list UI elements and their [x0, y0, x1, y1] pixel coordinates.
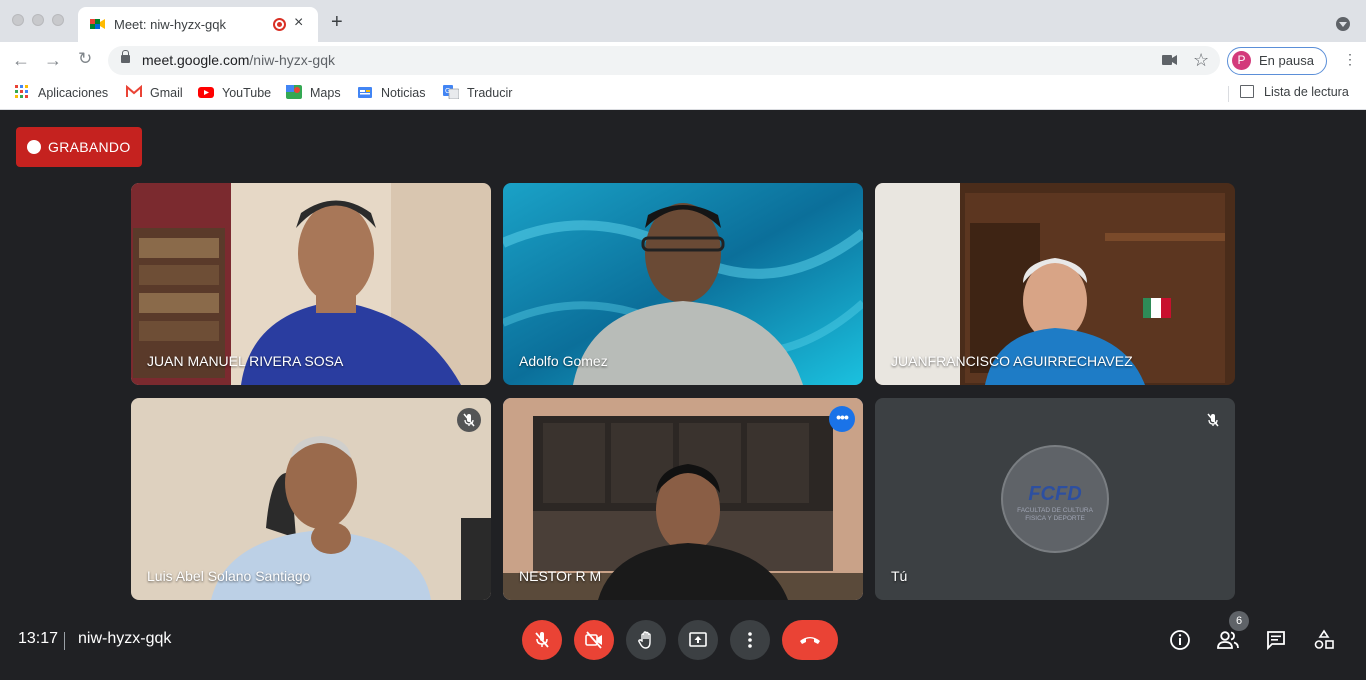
browser-toolbar: ← → ↻ meet.google.com/niw-hyzx-gqk ☆ P E…: [0, 42, 1366, 78]
present-icon: [689, 632, 707, 647]
participant-tile[interactable]: Adolfo Gomez: [503, 183, 863, 385]
bookmarks-divider: [1228, 86, 1229, 102]
recording-label: GRABANDO: [48, 139, 131, 155]
bookmark-noticias[interactable]: Noticias: [357, 84, 433, 102]
more-vert-icon: [748, 632, 752, 648]
more-options-icon[interactable]: •••: [829, 406, 855, 432]
self-avatar-logo: FCFD FACULTAD DE CULTURA FISICA Y DEPORT…: [1001, 445, 1109, 553]
minimize-window-button[interactable]: [32, 14, 44, 26]
self-tile[interactable]: FCFD FACULTAD DE CULTURA FISICA Y DEPORT…: [875, 398, 1235, 600]
back-icon[interactable]: ←: [12, 51, 30, 69]
youtube-icon: [198, 87, 214, 98]
camera-off-icon: [585, 631, 602, 649]
maps-icon: [286, 85, 302, 99]
url-text: meet.google.com/niw-hyzx-gqk: [142, 52, 335, 68]
gmail-icon: [126, 85, 142, 97]
logo-subtext: FISICA Y DEPORTE: [1025, 515, 1085, 522]
bookmark-label: Noticias: [381, 86, 426, 100]
profile-button[interactable]: P En pausa: [1227, 47, 1327, 75]
participant-name: Adolfo Gomez: [519, 353, 608, 369]
recording-indicator-icon: [273, 18, 286, 31]
translate-icon: G: [443, 85, 459, 99]
bookmark-label: Gmail: [150, 86, 183, 100]
bookmark-star-icon[interactable]: ☆: [1193, 50, 1209, 71]
people-count-badge: 6: [1229, 611, 1249, 631]
news-icon: [358, 87, 372, 98]
bookmark-gmail[interactable]: Gmail: [126, 84, 186, 102]
participant-tile[interactable]: JUAN MANUEL RIVERA SOSA: [131, 183, 491, 385]
tab-meet[interactable]: Meet: niw-hyzx-gqk ×: [78, 7, 318, 42]
bookmark-label: Maps: [310, 86, 341, 100]
tab-title: Meet: niw-hyzx-gqk: [114, 17, 226, 32]
bookmark-label: YouTube: [222, 86, 272, 100]
participant-name: JUAN MANUEL RIVERA SOSA: [147, 353, 344, 369]
meeting-time: 13:17: [18, 630, 59, 647]
divider: [64, 632, 65, 650]
meeting-code: niw-hyzx-gqk: [78, 630, 172, 647]
hand-icon: [638, 631, 651, 649]
profile-status: En pausa: [1259, 53, 1314, 68]
participant-name: Luis Abel Solano Santiago: [147, 568, 311, 584]
camera-icon[interactable]: [1162, 54, 1178, 66]
logo-text: FCFD: [1028, 483, 1082, 505]
mic-muted-icon: [1201, 408, 1225, 432]
close-window-button[interactable]: [12, 14, 24, 26]
meet-call-area: GRABANDO JUAN MANUEL RIVERA SOSA Adolfo …: [0, 111, 1366, 680]
present-screen-button[interactable]: [678, 620, 718, 660]
reload-icon[interactable]: ↻: [78, 50, 92, 67]
bookmark-maps[interactable]: Maps: [286, 84, 346, 102]
toggle-camera-button[interactable]: [574, 620, 614, 660]
meet-icon: [90, 19, 105, 29]
maximize-window-button[interactable]: [52, 14, 64, 26]
mic-muted-icon: [457, 408, 481, 432]
new-tab-button[interactable]: +: [331, 12, 343, 32]
recording-dot-icon: [27, 140, 41, 154]
participant-tile-active[interactable]: ••• NESTOr R M: [503, 398, 863, 600]
tab-strip: Meet: niw-hyzx-gqk × +: [0, 0, 1366, 42]
raise-hand-button[interactable]: [626, 620, 666, 660]
chat-icon[interactable]: [1265, 629, 1287, 651]
address-bar[interactable]: meet.google.com/niw-hyzx-gqk ☆: [108, 46, 1220, 75]
more-options-button[interactable]: [730, 620, 770, 660]
bookmark-traducir[interactable]: G Traducir: [443, 84, 519, 102]
avatar: P: [1232, 51, 1251, 70]
participant-tile[interactable]: Luis Abel Solano Santiago: [131, 398, 491, 600]
forward-icon[interactable]: →: [44, 51, 62, 69]
participant-name: Tú: [891, 568, 908, 584]
bookmark-youtube[interactable]: YouTube: [198, 84, 274, 102]
logo-subtext: FACULTAD DE CULTURA: [1017, 507, 1093, 514]
reading-list-label: Lista de lectura: [1264, 85, 1349, 99]
meeting-details-icon[interactable]: [1169, 629, 1191, 651]
participant-name: NESTOr R M: [519, 568, 602, 584]
tab-search-icon[interactable]: [1336, 17, 1350, 31]
apps-grid-icon: [15, 85, 28, 98]
end-call-icon: [800, 637, 820, 644]
close-tab-icon[interactable]: ×: [294, 14, 303, 32]
mic-off-icon: [535, 632, 549, 648]
participant-tile[interactable]: JUANFRANCISCO AGUIRRECHAVEZ: [875, 183, 1235, 385]
bookmarks-bar: Aplicaciones Gmail YouTube Maps Noticias: [0, 78, 1366, 110]
svg-text:G: G: [445, 88, 450, 95]
recording-badge: GRABANDO: [16, 127, 142, 167]
participant-name: JUANFRANCISCO AGUIRRECHAVEZ: [891, 353, 1133, 369]
browser-menu-icon[interactable]: ⋮: [1343, 52, 1357, 66]
reading-list-icon: [1240, 85, 1254, 98]
people-icon[interactable]: [1216, 629, 1240, 651]
bookmark-label: Aplicaciones: [38, 86, 109, 100]
lock-icon: [121, 50, 130, 63]
bookmark-label: Traducir: [467, 86, 513, 100]
activities-icon[interactable]: [1313, 629, 1335, 651]
bookmark-apps[interactable]: Aplicaciones: [14, 84, 114, 102]
leave-call-button[interactable]: [782, 620, 838, 660]
toggle-mic-button[interactable]: [522, 620, 562, 660]
